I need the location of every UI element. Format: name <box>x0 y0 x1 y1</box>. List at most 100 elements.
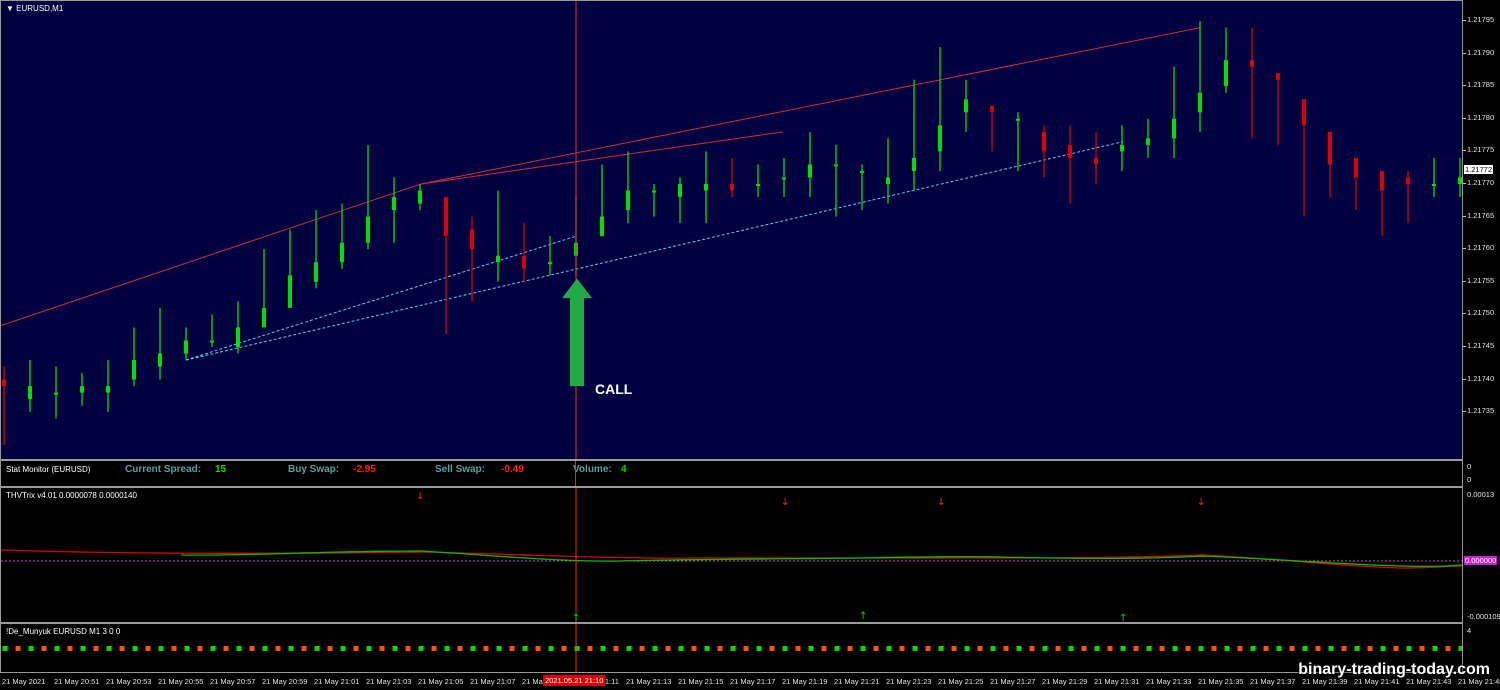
candle-body <box>1380 170 1384 191</box>
candle-body <box>1432 184 1436 186</box>
price-axis-tick <box>1463 313 1466 315</box>
buy-swap-value: -2.95 <box>353 464 376 475</box>
time-axis-label: 21 May 21:27 <box>990 677 1036 686</box>
candle-body <box>106 386 110 393</box>
munyuk-green-dot <box>158 646 164 651</box>
candle-body <box>470 229 474 250</box>
candle <box>288 229 292 308</box>
candle-body <box>1042 131 1046 152</box>
price-chart-pane[interactable]: ▼ EURUSD,M1 CALL <box>0 0 1463 460</box>
price-axis-tick <box>1463 378 1466 380</box>
munyuk-green-dot <box>28 646 34 651</box>
price-chart-canvas[interactable] <box>1 1 1462 459</box>
candle-body <box>132 360 136 380</box>
munyuk-green-dot <box>418 646 424 651</box>
munyuk-orange-dot <box>145 646 151 651</box>
candle-body <box>444 197 448 237</box>
candle-body <box>1198 92 1202 113</box>
candle <box>1068 125 1072 204</box>
candle <box>756 164 760 198</box>
dropdown-triangle-icon[interactable]: ▼ <box>6 4 14 13</box>
munyuk-green-dot <box>262 646 268 651</box>
current-price-marker: 1.21772 <box>1464 164 1494 174</box>
munyuk-orange-dot <box>1003 646 1009 651</box>
candle <box>1120 125 1124 171</box>
price-axis-label: 1.21740 <box>1467 373 1495 383</box>
munyuk-orange-dot <box>483 646 489 651</box>
munyuk-indicator-pane[interactable]: !De_Munyuk EURUSD M1 3 0 0 <box>0 623 1463 673</box>
munyuk-orange-dot <box>1159 646 1165 651</box>
candle <box>912 79 916 191</box>
candle-body <box>1146 138 1150 145</box>
price-axis-tick <box>1463 150 1466 152</box>
candle <box>392 177 396 243</box>
time-axis-label: 21 May 21:23 <box>886 677 932 686</box>
munyuk-green-dot <box>366 646 372 651</box>
munyuk-axis-top: 4 <box>1467 626 1472 635</box>
munyuk-orange-dot <box>821 646 827 651</box>
munyuk-green-dot <box>782 646 788 651</box>
price-axis-label: 1.21755 <box>1467 275 1495 285</box>
munyuk-orange-dot <box>1289 646 1295 651</box>
buy-arrow-icon: ↑ <box>572 613 580 622</box>
munyuk-green-dot <box>912 646 918 651</box>
price-axis-tick <box>1463 215 1466 217</box>
price-axis-label: 1.21745 <box>1467 341 1495 350</box>
candle-body <box>1120 144 1124 152</box>
price-axis-tick <box>1463 85 1466 87</box>
munyuk-green-dot <box>1068 646 1074 651</box>
munyuk-orange-dot <box>1419 646 1425 651</box>
munyuk-green-dot <box>1380 646 1386 651</box>
trix-axis-bottom: -0.000109 <box>1467 612 1500 621</box>
candle-body <box>418 190 422 204</box>
candle <box>444 197 448 334</box>
price-axis[interactable]: 1.21795 1.21790 1.21785 1.21780 1.21775 1.217… <box>1463 0 1500 460</box>
candle <box>210 314 214 347</box>
trix-indicator-pane[interactable]: ↓ ↓ ↓ ↓ ↑ ↑ ↑ THVTrix v4.01 0.0000078 0.… <box>0 487 1463 623</box>
candle-body <box>990 105 994 113</box>
spread-value: 15 <box>215 464 227 475</box>
candle <box>1276 73 1280 145</box>
sell-arrow-icon: ↓ <box>937 497 945 508</box>
munyuk-green-dot <box>808 646 814 651</box>
munyuk-green-dot <box>1276 646 1282 651</box>
price-axis-label: 1.21770 <box>1467 178 1495 187</box>
munyuk-orange-dot <box>587 646 593 651</box>
sell-swap-label: Sell Swap: <box>435 464 486 475</box>
candle-body <box>626 190 630 211</box>
munyuk-orange-dot <box>561 646 567 651</box>
candle-body <box>704 184 708 191</box>
price-axis-label: 1.21735 <box>1467 406 1495 416</box>
call-arrow-icon <box>562 278 592 387</box>
munyuk-orange-dot <box>1393 646 1399 651</box>
time-axis-label: 21 May 21:07 <box>470 677 516 686</box>
price-axis-tick <box>1463 183 1466 184</box>
candle-body <box>262 307 266 328</box>
candle-body <box>2 379 6 387</box>
trix-axis: 0.00013 0.000000 -0.000109 <box>1463 487 1500 623</box>
munyuk-orange-dot <box>613 646 619 651</box>
time-axis-label: 21 May 21:03 <box>366 677 412 686</box>
candle-body <box>184 340 188 354</box>
candle-body <box>1250 60 1254 67</box>
munyuk-green-dot <box>1198 646 1204 651</box>
candle <box>314 210 318 289</box>
price-axis-label: 1.21750 <box>1467 308 1495 318</box>
trix-canvas: ↓ ↓ ↓ ↓ ↑ ↑ ↑ <box>1 488 1462 622</box>
candle <box>782 157 786 198</box>
munyuk-orange-dot <box>223 646 229 651</box>
time-axis-label: 21 May 21:29 <box>1042 677 1088 686</box>
candle <box>548 236 552 276</box>
munyuk-green-dot <box>834 646 840 651</box>
call-arrow-label: CALL <box>595 381 633 397</box>
munyuk-green-dot <box>1354 646 1360 651</box>
candle <box>652 184 656 217</box>
candle <box>184 327 188 361</box>
munyuk-green-dot <box>574 646 580 651</box>
munyuk-orange-dot <box>873 646 879 651</box>
time-axis[interactable]: 21 May 2021 21 May 20:51 21 May 20:53 21 Ma… <box>0 673 1500 690</box>
munyuk-green-dot <box>1302 646 1308 651</box>
buy-arrow-icon: ↑ <box>859 611 867 622</box>
candle-body <box>28 386 32 400</box>
volume-label: Volume: <box>573 464 612 475</box>
